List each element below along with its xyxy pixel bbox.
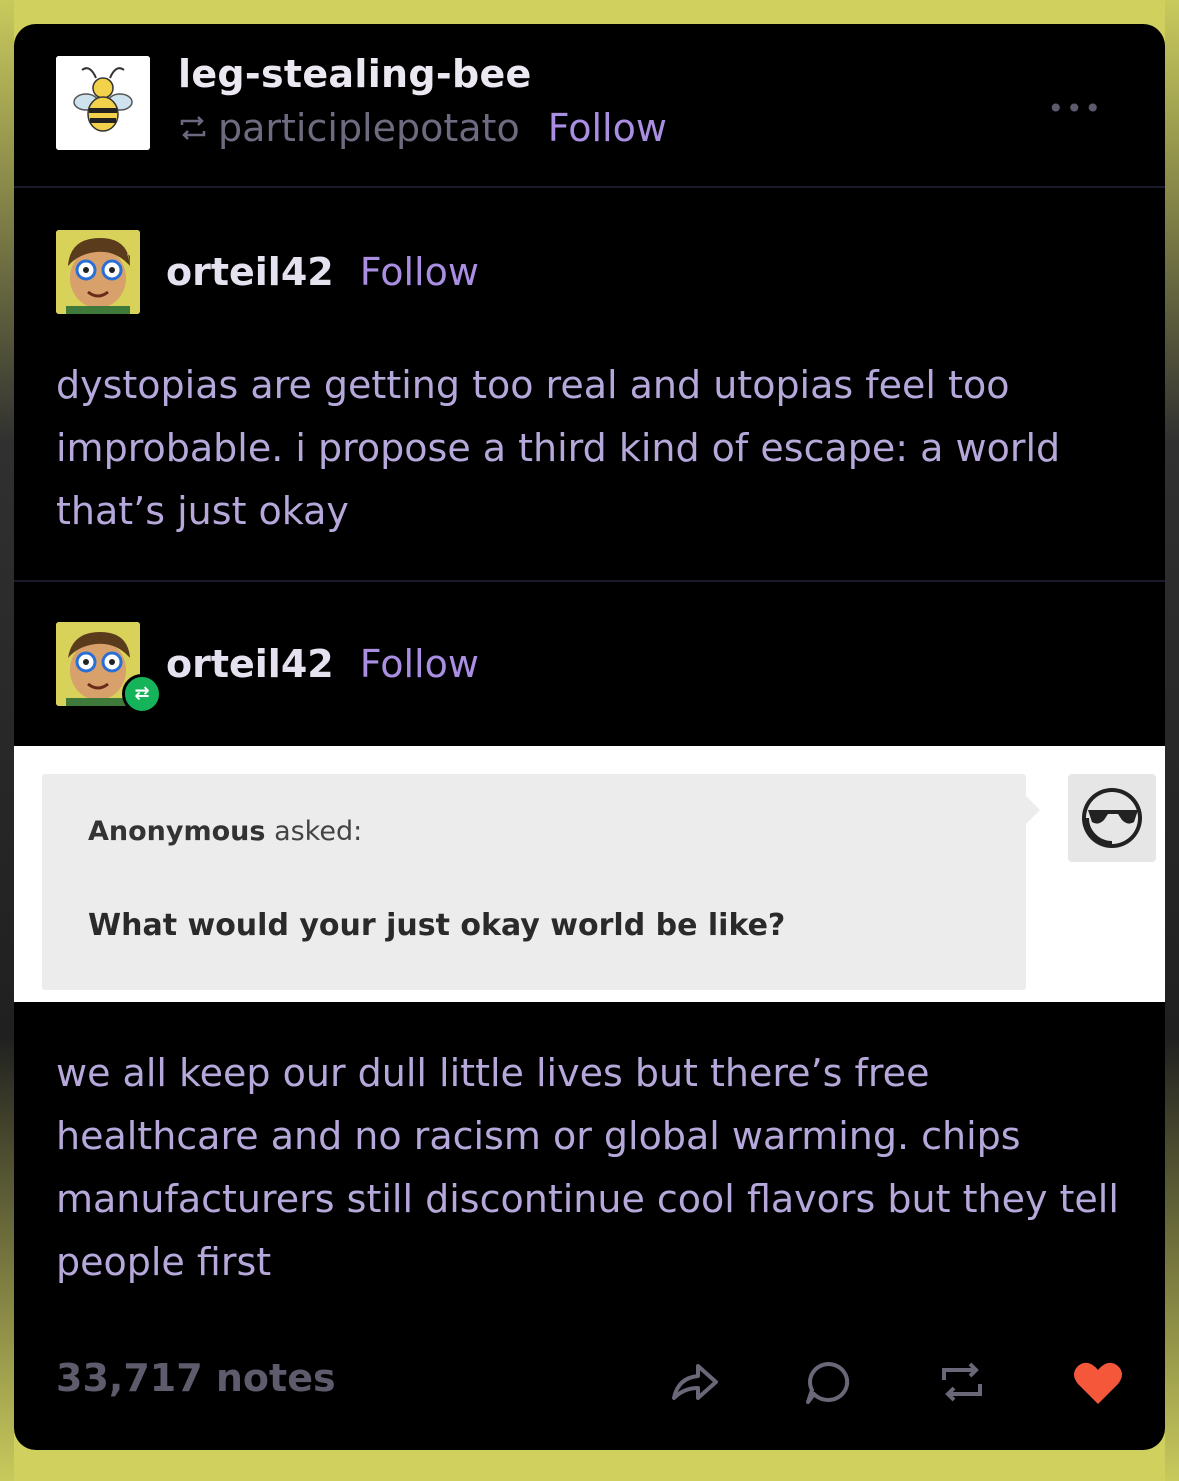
follow-button[interactable]: Follow — [548, 106, 667, 150]
ask-question: What would your just okay world be like? — [88, 908, 786, 943]
cartoon-avatar-icon — [56, 230, 140, 314]
reblog-icon[interactable] — [934, 1354, 990, 1410]
post-username-row: orteil42 Follow — [166, 250, 479, 294]
more-options-icon[interactable]: ••• — [1047, 92, 1103, 125]
follow-button[interactable]: Follow — [360, 250, 479, 294]
answer-text: we all keep our dull little lives but th… — [56, 1051, 1119, 1284]
blog-avatar[interactable] — [56, 56, 150, 150]
ask-label: Anonymous asked: — [88, 816, 362, 847]
post-card: leg-stealing-bee participlepotato Follow … — [14, 24, 1165, 1450]
user-avatar[interactable] — [56, 230, 140, 314]
sunglasses-avatar-icon — [1082, 788, 1142, 848]
follow-button[interactable]: Follow — [360, 642, 479, 686]
username[interactable]: orteil42 — [166, 250, 334, 294]
original-post-header: orteil42 Follow — [56, 230, 956, 320]
divider — [14, 186, 1165, 188]
reblog-badge-icon: ⇄ — [122, 674, 162, 714]
post-footer: 33,717 notes — [14, 1334, 1165, 1414]
ask-section: Anonymous asked: What would your just ok… — [14, 746, 1165, 1002]
notes-count[interactable]: 33,717 notes — [56, 1356, 336, 1400]
asked-label: asked: — [274, 816, 363, 847]
reblog-post-header: ⇄ orteil42 Follow — [56, 622, 956, 714]
asker-name: Anonymous — [88, 816, 266, 847]
frame-left — [0, 0, 14, 1481]
reblog-attribution: participlepotato Follow — [178, 106, 667, 150]
share-icon[interactable] — [666, 1354, 722, 1410]
username[interactable]: orteil42 — [166, 642, 334, 686]
anonymous-avatar — [1068, 774, 1156, 862]
reblog-small-icon — [178, 106, 218, 150]
like-icon[interactable] — [1070, 1354, 1126, 1410]
reply-icon[interactable] — [800, 1354, 856, 1410]
post-header: leg-stealing-bee participlepotato Follow … — [14, 24, 1165, 186]
reblogged-from-username[interactable]: participlepotato — [218, 106, 520, 150]
blog-name[interactable]: leg-stealing-bee — [178, 52, 532, 96]
original-post-text: dystopias are getting too real and utopi… — [56, 363, 1061, 533]
bee-icon — [56, 56, 150, 150]
ask-bubble: Anonymous asked: What would your just ok… — [42, 774, 1040, 990]
frame-right — [1165, 0, 1179, 1481]
post-username-row: orteil42 Follow — [166, 642, 479, 686]
divider — [14, 580, 1165, 582]
